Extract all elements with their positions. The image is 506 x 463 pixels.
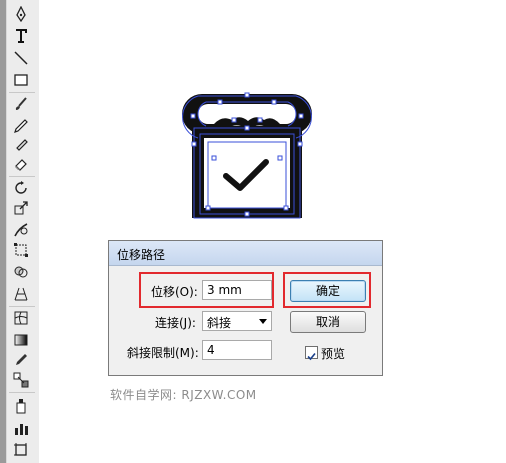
ok-highlight-box xyxy=(283,272,371,308)
dialog-title: 位移路径 xyxy=(117,248,166,262)
free-transform-tool-icon[interactable] xyxy=(9,240,33,260)
tools-divider xyxy=(9,392,35,393)
artboard-tool-icon[interactable] xyxy=(9,440,33,460)
symbol-sprayer-tool-icon[interactable] xyxy=(9,396,33,416)
site-watermark: 软件自学网: RJZXW.COM xyxy=(110,388,257,402)
mesh-tool-icon[interactable] xyxy=(9,308,33,328)
blend-tool-icon[interactable] xyxy=(9,370,33,390)
offset-highlight-box xyxy=(139,272,274,308)
shape-builder-tool-icon[interactable] xyxy=(9,262,33,282)
cancel-button[interactable]: 取消 xyxy=(290,311,366,333)
line-segment-tool-icon[interactable] xyxy=(9,48,33,68)
pen-tool-icon[interactable] xyxy=(9,4,33,24)
offset-path-dialog: 位移路径 位移(O): 3 mm 连接(J): 斜接 斜接限制(M): 4 确定… xyxy=(108,240,383,376)
chevron-down-icon xyxy=(259,319,267,324)
rectangle-tool-icon[interactable] xyxy=(9,70,33,90)
tools-divider xyxy=(9,176,35,177)
warp-tool-icon[interactable] xyxy=(9,220,33,240)
tools-divider xyxy=(9,306,35,307)
scale-tool-icon[interactable] xyxy=(9,198,33,218)
dialog-title-bar[interactable]: 位移路径 xyxy=(109,241,382,266)
eraser-tool-icon[interactable] xyxy=(9,154,33,174)
column-graph-tool-icon[interactable] xyxy=(9,418,33,438)
checkmark-icon xyxy=(307,352,316,361)
miter-limit-label: 斜接限制(M): xyxy=(127,346,199,360)
miter-limit-input[interactable]: 4 xyxy=(202,340,272,360)
joins-label: 连接(J): xyxy=(155,316,196,330)
joins-select[interactable]: 斜接 xyxy=(202,311,272,331)
perspective-grid-tool-icon[interactable] xyxy=(9,284,33,304)
gradient-tool-icon[interactable] xyxy=(9,330,33,350)
type-tool-icon[interactable] xyxy=(9,26,33,46)
artwork-canvas[interactable] xyxy=(172,88,322,238)
preview-checkbox[interactable] xyxy=(305,346,318,361)
joins-select-value: 斜接 xyxy=(207,316,232,330)
preview-label: 预览 xyxy=(321,347,346,361)
rotate-tool-icon[interactable] xyxy=(9,178,33,198)
paintbrush-tool-icon[interactable] xyxy=(9,94,33,114)
blob-brush-tool-icon[interactable] xyxy=(9,134,33,154)
tools-divider xyxy=(9,92,35,93)
pencil-tool-icon[interactable] xyxy=(9,116,33,136)
tools-panel xyxy=(0,0,39,463)
eyedropper-tool-icon[interactable] xyxy=(9,350,33,370)
